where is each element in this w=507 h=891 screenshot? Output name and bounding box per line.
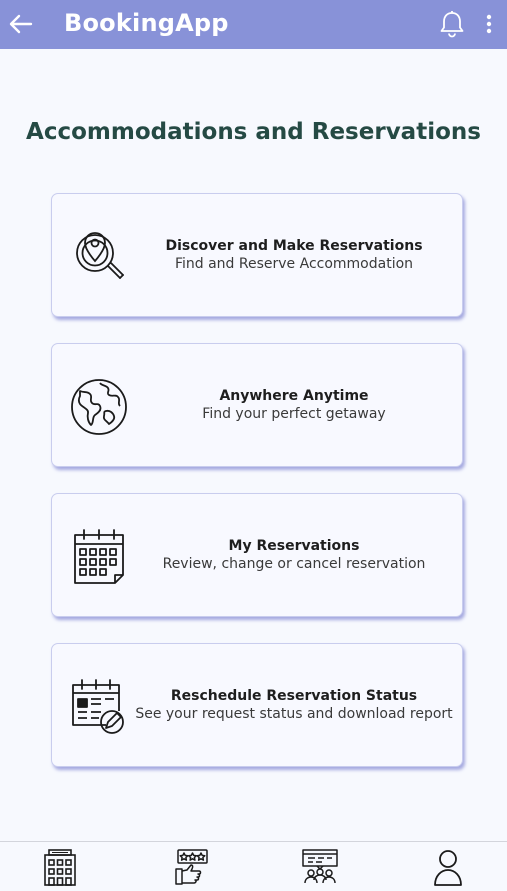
card-text: Reschedule Reservation Status See your r… xyxy=(134,644,454,766)
card-subtitle: Find and Reserve Accommodation xyxy=(174,256,414,272)
user-icon[interactable] xyxy=(428,847,468,887)
hotel-icon[interactable] xyxy=(40,847,80,887)
more-vertical-icon[interactable] xyxy=(480,11,498,37)
calendar-edit-icon xyxy=(72,679,124,734)
rating-hand-icon[interactable] xyxy=(172,847,212,887)
location-search-icon xyxy=(76,232,124,279)
calendar-icon xyxy=(74,529,124,584)
arrow-left-icon[interactable] xyxy=(6,9,36,39)
card-reschedule-status[interactable]: Reschedule Reservation Status See your r… xyxy=(51,643,463,767)
bell-icon[interactable] xyxy=(438,9,466,39)
bottom-navigation xyxy=(0,841,507,891)
card-my-reservations[interactable]: My Reservations Review, change or cancel… xyxy=(51,493,463,617)
app-title: BookingApp xyxy=(64,9,229,37)
card-text: Discover and Make Reservations Find and … xyxy=(134,194,454,316)
card-discover-reservations[interactable]: Discover and Make Reservations Find and … xyxy=(51,193,463,317)
card-title: Reschedule Reservation Status xyxy=(170,688,418,704)
card-text: Anywhere Anytime Find your perfect getaw… xyxy=(134,344,454,466)
audience-presentation-icon[interactable] xyxy=(300,847,340,887)
card-title: My Reservations xyxy=(228,538,360,554)
card-subtitle: See your request status and download rep… xyxy=(135,706,453,722)
globe-icon xyxy=(71,379,127,435)
card-title: Anywhere Anytime xyxy=(219,388,369,404)
card-anywhere-anytime[interactable]: Anywhere Anytime Find your perfect getaw… xyxy=(51,343,463,467)
card-title: Discover and Make Reservations xyxy=(165,238,423,254)
card-subtitle: Find your perfect getaway xyxy=(202,406,386,422)
page-title: Accommodations and Reservations xyxy=(26,119,481,145)
app-bar: BookingApp xyxy=(0,0,507,49)
card-text: My Reservations Review, change or cancel… xyxy=(134,494,454,616)
card-subtitle: Review, change or cancel reservation xyxy=(162,556,426,572)
